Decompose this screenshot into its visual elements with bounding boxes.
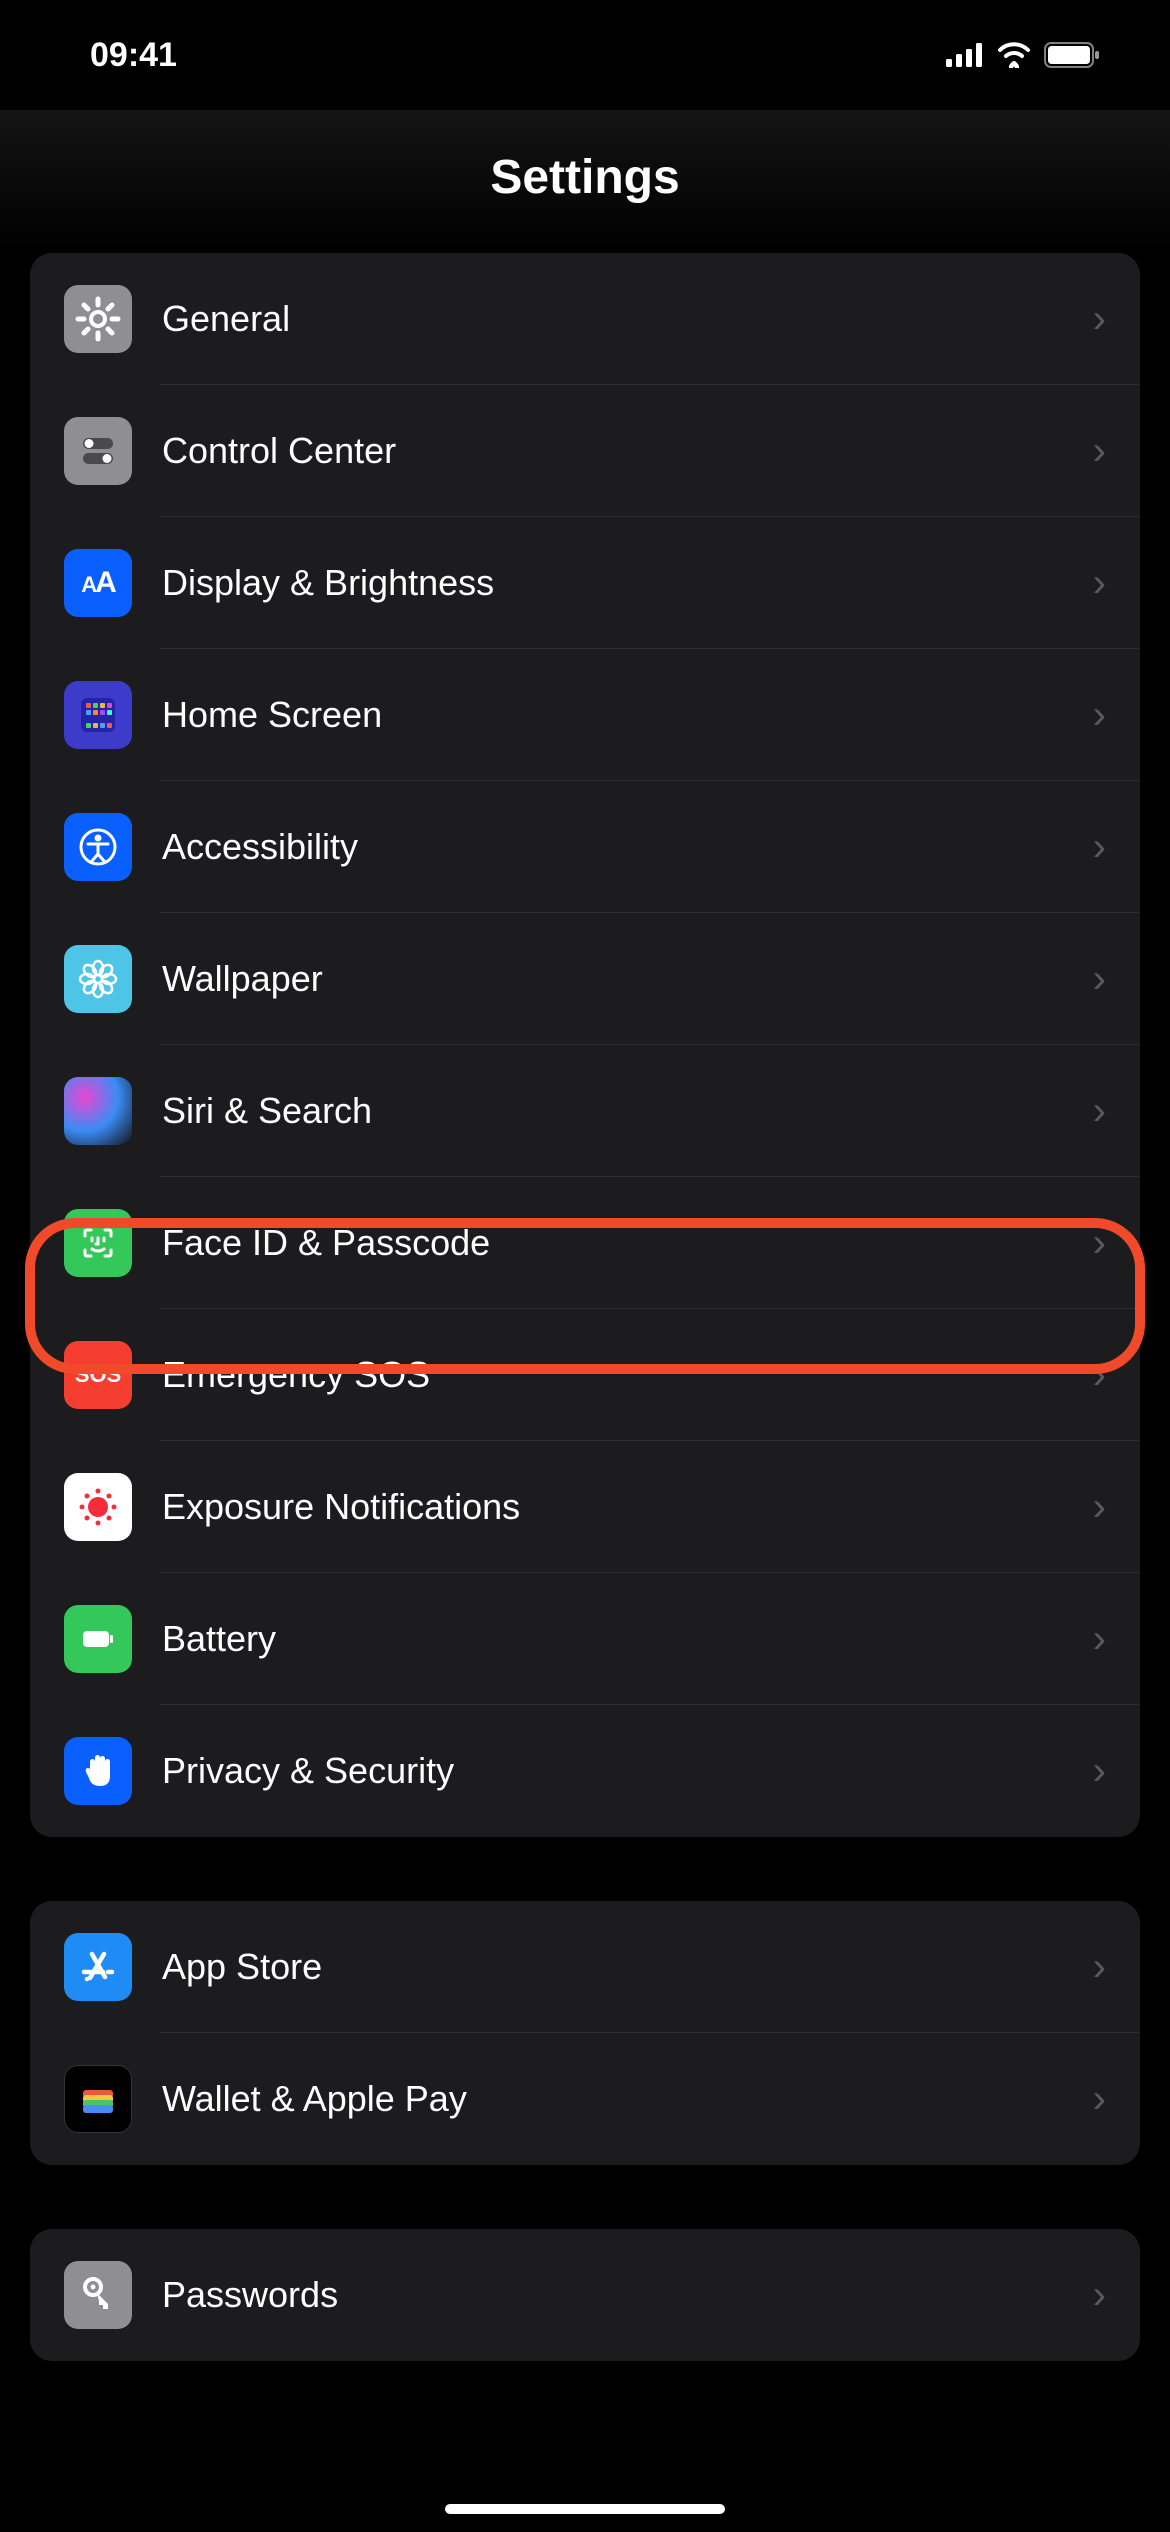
row-accessibility[interactable]: Accessibility › [30, 781, 1140, 913]
settings-group-2: App Store › Wallet & Apple Pay › [30, 1901, 1140, 2165]
text-size-icon: AA [64, 549, 132, 617]
row-label: Emergency SOS [162, 1354, 1093, 1396]
siri-icon [64, 1077, 132, 1145]
row-label: Wallet & Apple Pay [162, 2078, 1093, 2120]
row-exposure-notifications[interactable]: Exposure Notifications › [30, 1441, 1140, 1573]
sos-icon: SOS [64, 1341, 132, 1409]
home-indicator[interactable] [445, 2504, 725, 2514]
row-wallet-applepay[interactable]: Wallet & Apple Pay › [30, 2033, 1140, 2165]
hand-icon [64, 1737, 132, 1805]
chevron-right-icon: › [1093, 1749, 1106, 1794]
row-general[interactable]: General › [30, 253, 1140, 385]
row-home-screen[interactable]: Home Screen › [30, 649, 1140, 781]
accessibility-icon [64, 813, 132, 881]
page-header: Settings [0, 110, 1170, 253]
chevron-right-icon: › [1093, 561, 1106, 606]
battery-icon [64, 1605, 132, 1673]
page-title: Settings [0, 150, 1170, 205]
row-battery[interactable]: Battery › [30, 1573, 1140, 1705]
row-label: Control Center [162, 430, 1093, 472]
row-label: Home Screen [162, 694, 1093, 736]
flower-icon [64, 945, 132, 1013]
row-faceid-passcode[interactable]: Face ID & Passcode › [30, 1177, 1140, 1309]
chevron-right-icon: › [1093, 693, 1106, 738]
wallet-icon [64, 2065, 132, 2133]
status-bar: 09:41 [0, 0, 1170, 110]
chevron-right-icon: › [1093, 1485, 1106, 1530]
chevron-right-icon: › [1093, 1617, 1106, 1662]
chevron-right-icon: › [1093, 825, 1106, 870]
chevron-right-icon: › [1093, 1089, 1106, 1134]
chevron-right-icon: › [1093, 297, 1106, 342]
key-icon [64, 2261, 132, 2329]
settings-group-3: Passwords › [30, 2229, 1140, 2361]
chevron-right-icon: › [1093, 2077, 1106, 2122]
appstore-icon [64, 1933, 132, 2001]
row-label: Exposure Notifications [162, 1486, 1093, 1528]
status-icons [946, 42, 1100, 68]
row-display-brightness[interactable]: AA Display & Brightness › [30, 517, 1140, 649]
row-label: Privacy & Security [162, 1750, 1093, 1792]
chevron-right-icon: › [1093, 2273, 1106, 2318]
chevron-right-icon: › [1093, 957, 1106, 1002]
row-label: General [162, 298, 1093, 340]
clock: 09:41 [90, 36, 177, 75]
row-label: App Store [162, 1946, 1093, 1988]
exposure-icon [64, 1473, 132, 1541]
faceid-icon [64, 1209, 132, 1277]
row-label: Accessibility [162, 826, 1093, 868]
row-label: Display & Brightness [162, 562, 1093, 604]
chevron-right-icon: › [1093, 1945, 1106, 1990]
row-label: Battery [162, 1618, 1093, 1660]
row-control-center[interactable]: Control Center › [30, 385, 1140, 517]
row-label: Passwords [162, 2274, 1093, 2316]
battery-icon [1044, 42, 1100, 68]
row-emergency-sos[interactable]: SOS Emergency SOS › [30, 1309, 1140, 1441]
cellular-icon [946, 43, 984, 67]
gear-icon [64, 285, 132, 353]
row-siri-search[interactable]: Siri & Search › [30, 1045, 1140, 1177]
wifi-icon [996, 42, 1032, 68]
chevron-right-icon: › [1093, 429, 1106, 474]
row-privacy-security[interactable]: Privacy & Security › [30, 1705, 1140, 1837]
row-wallpaper[interactable]: Wallpaper › [30, 913, 1140, 1045]
apps-grid-icon [64, 681, 132, 749]
settings-group-1: General › Control Center › AA Display & … [30, 253, 1140, 1837]
row-label: Face ID & Passcode [162, 1222, 1093, 1264]
chevron-right-icon: › [1093, 1221, 1106, 1266]
row-label: Siri & Search [162, 1090, 1093, 1132]
row-passwords[interactable]: Passwords › [30, 2229, 1140, 2361]
toggles-icon [64, 417, 132, 485]
settings-content[interactable]: General › Control Center › AA Display & … [0, 253, 1170, 2361]
chevron-right-icon: › [1093, 1353, 1106, 1398]
row-app-store[interactable]: App Store › [30, 1901, 1140, 2033]
row-label: Wallpaper [162, 958, 1093, 1000]
